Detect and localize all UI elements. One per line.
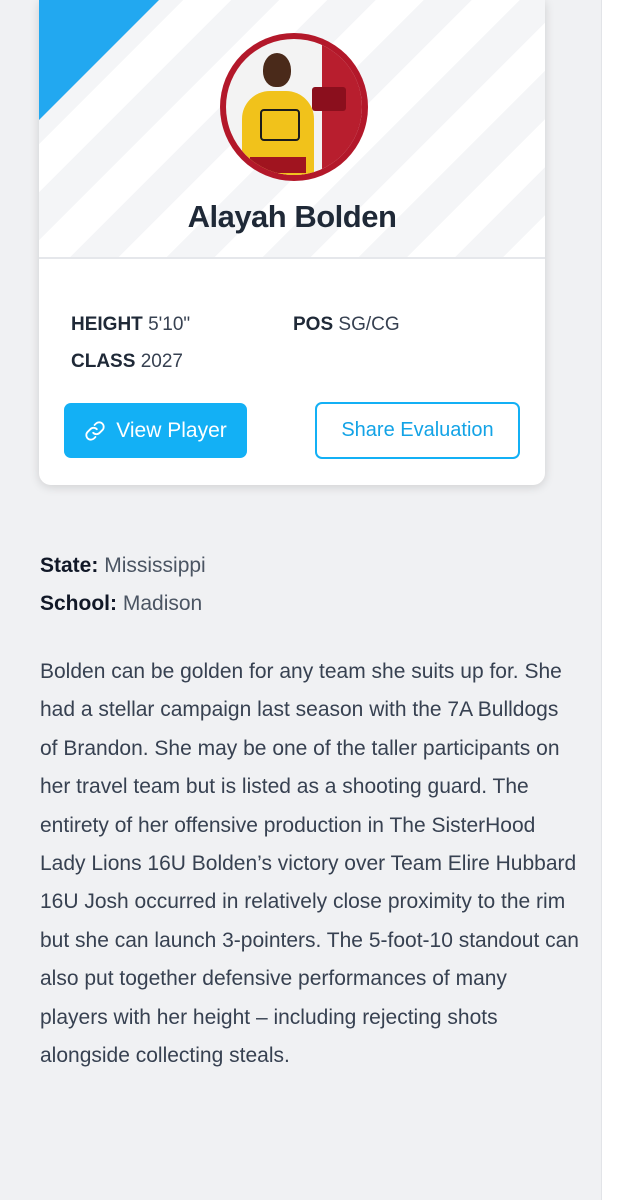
share-evaluation-button[interactable]: Share Evaluation — [315, 402, 520, 459]
state-label: State: — [40, 554, 99, 577]
share-evaluation-label: Share Evaluation — [341, 419, 494, 441]
stat-height-label: HEIGHT — [71, 314, 143, 335]
school-detail: School: Madison — [40, 592, 202, 616]
photo-shirt-graphic — [260, 109, 300, 141]
state-value: Mississippi — [104, 554, 206, 577]
stat-position-value: SG/CG — [338, 314, 400, 335]
player-card-header: Alayah Bolden — [39, 0, 545, 259]
stat-class-label: CLASS — [71, 351, 136, 372]
school-value: Madison — [122, 592, 203, 615]
right-scroll-rail — [601, 0, 626, 1200]
player-avatar-photo — [226, 39, 362, 175]
view-player-button[interactable]: View Player — [64, 403, 247, 458]
player-name: Alayah Bolden — [187, 199, 397, 234]
stat-class: CLASS 2027 — [71, 351, 183, 373]
view-player-label: View Player — [116, 418, 227, 442]
link-icon — [85, 420, 105, 441]
evaluation-text: Bolden can be golden for any team she su… — [40, 660, 579, 1068]
photo-name-tag — [250, 157, 306, 173]
stat-position-label: POS — [293, 314, 334, 335]
corner-ribbon — [39, 0, 159, 120]
photo-head — [263, 53, 291, 87]
state-detail: State: Mississippi — [40, 554, 206, 578]
photo-event-logo — [312, 87, 346, 111]
stat-class-value: 2027 — [140, 351, 183, 372]
school-label: School: — [40, 592, 117, 615]
player-card: Alayah Bolden HEIGHT 5'10" POS SG/CG CLA… — [39, 0, 545, 485]
stat-height-value: 5'10" — [148, 314, 191, 335]
player-avatar-ring — [220, 33, 368, 181]
stat-position: POS SG/CG — [293, 314, 400, 336]
stat-height: HEIGHT 5'10" — [71, 314, 190, 336]
